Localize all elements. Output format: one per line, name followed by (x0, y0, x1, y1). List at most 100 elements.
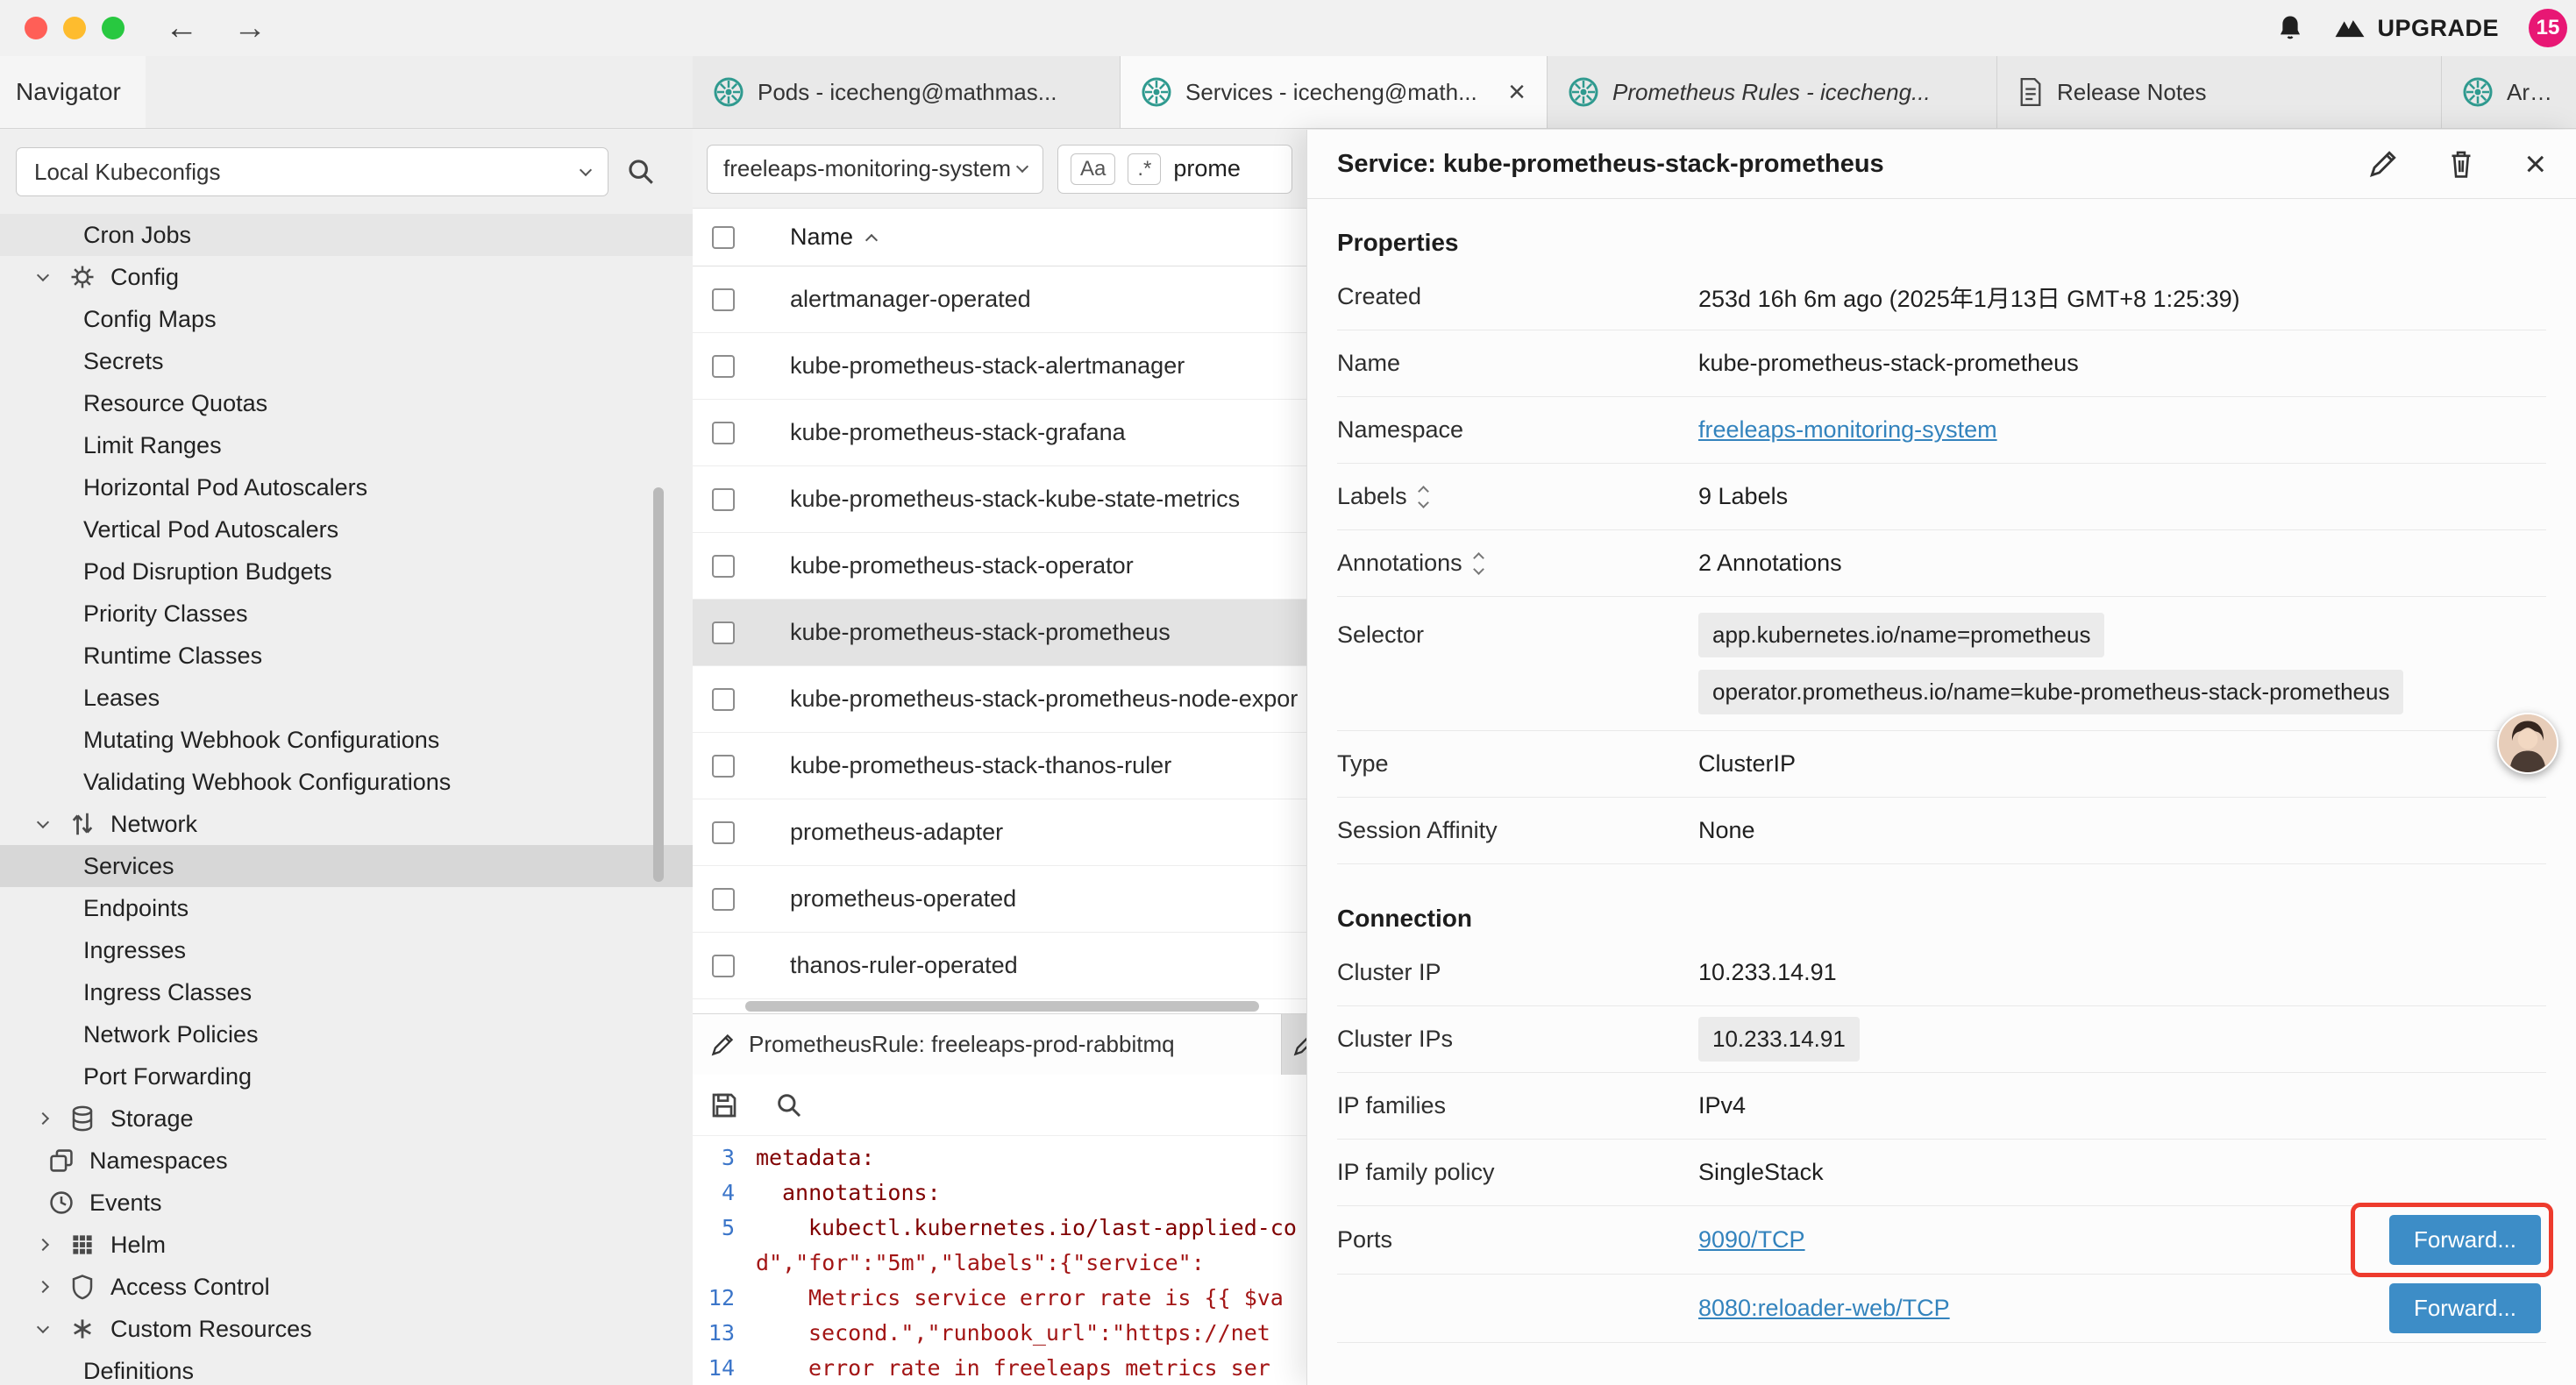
dock-tab-prometheusrule[interactable]: PrometheusRule: freeleaps-prod-rabbitmq (693, 1014, 1282, 1075)
table-row[interactable]: kube-prometheus-stack-alertmanager (693, 333, 1306, 400)
table-row[interactable]: kube-prometheus-stack-grafana (693, 400, 1306, 466)
sidebar-item-cron-jobs[interactable]: Cron Jobs (0, 214, 693, 256)
table-row[interactable]: thanos-ruler-operated (693, 933, 1306, 999)
forward-button[interactable]: Forward... (2389, 1283, 2541, 1333)
sidebar-item-validating-webhook-configurations[interactable]: Validating Webhook Configurations (0, 761, 693, 803)
service-name: kube-prometheus-stack-prometheus-node-ex… (790, 685, 1298, 713)
save-icon[interactable] (710, 1091, 738, 1119)
close-icon[interactable]: × (2524, 146, 2546, 182)
row-checkbox[interactable] (712, 422, 735, 444)
table-row[interactable]: kube-prometheus-stack-prometheus-node-ex… (693, 666, 1306, 733)
kubernetes-icon (2463, 77, 2493, 107)
regex-toggle[interactable]: .* (1128, 153, 1161, 185)
sidebar-item-vertical-pod-autoscalers[interactable]: Vertical Pod Autoscalers (0, 508, 693, 550)
sidebar-item-ingresses[interactable]: Ingresses (0, 929, 693, 971)
sidebar-item-config-maps[interactable]: Config Maps (0, 298, 693, 340)
close-window-button[interactable] (25, 17, 47, 39)
tab-argo[interactable]: Argo S (2442, 56, 2576, 128)
sidebar-item-definitions[interactable]: Definitions (0, 1350, 693, 1385)
table-row[interactable]: kube-prometheus-stack-thanos-ruler (693, 733, 1306, 799)
sidebar-item-config[interactable]: Config (0, 256, 693, 298)
sidebar-item-limit-ranges[interactable]: Limit Ranges (0, 424, 693, 466)
avatar[interactable] (2497, 713, 2558, 774)
tab-services[interactable]: Services - icecheng@math... × (1121, 56, 1548, 128)
port-link[interactable]: 8080:reloader-web/TCP (1698, 1295, 1950, 1322)
sidebar-item-network[interactable]: Network (0, 803, 693, 845)
sidebar-item-secrets[interactable]: Secrets (0, 340, 693, 382)
table-row[interactable]: prometheus-adapter (693, 799, 1306, 866)
row-checkbox[interactable] (712, 955, 735, 977)
sidebar-item-access-control[interactable]: Access Control (0, 1266, 693, 1308)
port-link[interactable]: 9090/TCP (1698, 1226, 1805, 1254)
table-row[interactable]: kube-prometheus-stack-kube-state-metrics (693, 466, 1306, 533)
search-input[interactable]: Aa .* prome (1057, 145, 1292, 194)
sidebar-item-port-forwarding[interactable]: Port Forwarding (0, 1055, 693, 1097)
shield-icon (67, 1274, 98, 1300)
delete-icon[interactable] (2447, 149, 2475, 179)
tab-pods[interactable]: Pods - icecheng@mathmas... (693, 56, 1121, 128)
back-button[interactable]: ← (165, 11, 198, 45)
notification-count-badge[interactable]: 15 (2529, 9, 2567, 47)
property-row-labels: Labels 9 Labels (1337, 464, 2546, 530)
sidebar-item-horizontal-pod-autoscalers[interactable]: Horizontal Pod Autoscalers (0, 466, 693, 508)
namespace-link[interactable]: freeleaps-monitoring-system (1698, 416, 1997, 444)
tab-release-notes[interactable]: Release Notes (1997, 56, 2442, 128)
select-all-checkbox[interactable] (712, 226, 735, 249)
yaml-editor[interactable]: 3metadata: 4annotations: 5kubectl.kubern… (693, 1136, 1306, 1385)
table-row[interactable]: alertmanager-operated (693, 266, 1306, 333)
tab-label: Release Notes (2057, 79, 2420, 106)
dock-tab-partial[interactable] (1282, 1014, 1306, 1075)
sidebar-item-resource-quotas[interactable]: Resource Quotas (0, 382, 693, 424)
sidebar-scrollbar[interactable] (653, 487, 664, 882)
sidebar: Local Kubeconfigs Cron Jobs Config Confi… (0, 130, 693, 1385)
row-checkbox[interactable] (712, 488, 735, 511)
expand-collapse-icon[interactable] (1420, 487, 1427, 507)
row-checkbox[interactable] (712, 621, 735, 644)
line-number: 13 (693, 1320, 751, 1346)
match-case-toggle[interactable]: Aa (1071, 153, 1115, 185)
sidebar-search-icon[interactable] (626, 157, 656, 187)
sidebar-item-ingress-classes[interactable]: Ingress Classes (0, 971, 693, 1013)
forward-button[interactable]: → (233, 11, 267, 45)
sidebar-item-namespaces[interactable]: Namespaces (0, 1140, 693, 1182)
horizontal-scrollbar[interactable] (745, 1001, 1259, 1012)
row-checkbox[interactable] (712, 821, 735, 844)
upgrade-button[interactable]: UPGRADE (2333, 15, 2499, 42)
row-checkbox[interactable] (712, 288, 735, 311)
property-label: Type (1337, 750, 1389, 778)
sidebar-item-services[interactable]: Services (0, 845, 693, 887)
row-checkbox[interactable] (712, 755, 735, 778)
table-row-selected[interactable]: kube-prometheus-stack-prometheus (693, 600, 1306, 666)
editor-search-icon[interactable] (775, 1091, 803, 1119)
row-checkbox[interactable] (712, 688, 735, 711)
notifications-bell-icon[interactable] (2277, 14, 2303, 42)
sidebar-item-mutating-webhook-configurations[interactable]: Mutating Webhook Configurations (0, 719, 693, 761)
kubeconfig-select[interactable]: Local Kubeconfigs (16, 147, 608, 196)
sidebar-item-events[interactable]: Events (0, 1182, 693, 1224)
sidebar-item-leases[interactable]: Leases (0, 677, 693, 719)
forward-button[interactable]: Forward... (2389, 1215, 2541, 1265)
sidebar-item-storage[interactable]: Storage (0, 1097, 693, 1140)
expand-collapse-icon[interactable] (1475, 554, 1483, 573)
tab-prometheus-rules[interactable]: Prometheus Rules - icecheng... (1548, 56, 1997, 128)
sidebar-item-priority-classes[interactable]: Priority Classes (0, 593, 693, 635)
column-header-name[interactable]: Name (790, 224, 876, 251)
minimize-window-button[interactable] (63, 17, 86, 39)
sidebar-item-network-policies[interactable]: Network Policies (0, 1013, 693, 1055)
sidebar-item-endpoints[interactable]: Endpoints (0, 887, 693, 929)
line-number: 14 (693, 1355, 751, 1381)
sidebar-item-helm[interactable]: Helm (0, 1224, 693, 1266)
row-checkbox[interactable] (712, 888, 735, 911)
sidebar-item-pod-disruption-budgets[interactable]: Pod Disruption Budgets (0, 550, 693, 593)
maximize-window-button[interactable] (102, 17, 125, 39)
row-checkbox[interactable] (712, 555, 735, 578)
row-checkbox[interactable] (712, 355, 735, 378)
table-row[interactable]: prometheus-operated (693, 866, 1306, 933)
sidebar-item-runtime-classes[interactable]: Runtime Classes (0, 635, 693, 677)
table-row[interactable]: kube-prometheus-stack-operator (693, 533, 1306, 600)
edit-icon[interactable] (2368, 149, 2398, 179)
sidebar-item-custom-resources[interactable]: Custom Resources (0, 1308, 693, 1350)
tab-bar: Navigator Pods - icecheng@mathmas... Ser… (0, 56, 2576, 129)
close-tab-icon[interactable]: × (1508, 77, 1526, 107)
namespace-select[interactable]: freeleaps-monitoring-system (707, 145, 1043, 194)
